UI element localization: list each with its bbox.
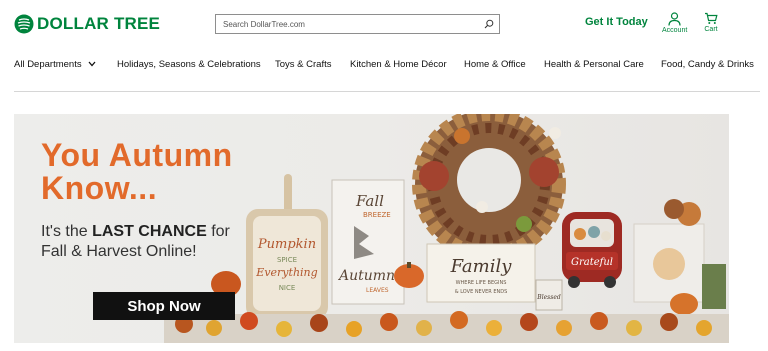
nav-home-office[interactable]: Home & Office <box>464 59 526 70</box>
sign-breeze-text: BREEZE <box>363 211 391 219</box>
search-button[interactable] <box>479 15 499 33</box>
board-everything-text: Everything <box>255 266 317 279</box>
header-divider <box>14 91 760 92</box>
family-sign: Family WHERE LIFE BEGINS & LOVE NEVER EN… <box>426 243 536 303</box>
grateful-truck: Grateful <box>562 212 622 288</box>
search-bar <box>215 14 500 34</box>
pumpkin-pillow <box>633 199 726 309</box>
family-line2-text: & LOVE NEVER ENDS <box>455 289 508 295</box>
nav-health-personal-care[interactable]: Health & Personal Care <box>544 59 644 70</box>
shop-now-button[interactable]: Shop Now <box>93 292 235 320</box>
hero-subtext: It's the LAST CHANCE for Fall & Harvest … <box>41 222 230 262</box>
cart-icon <box>705 12 718 24</box>
department-nav: All Departments Holidays, Seasons & Cele… <box>0 55 768 75</box>
blessed-block: Blessed <box>535 279 563 311</box>
grateful-text: Grateful <box>571 257 613 268</box>
hero-subtext-line2: Fall & Harvest Online! <box>41 243 197 260</box>
hero-sub-suffix: for <box>206 223 230 240</box>
nav-all-departments[interactable]: All Departments <box>14 59 96 70</box>
pumpkin-spice-board: Pumpkin SPICE Everything NICE <box>246 174 328 319</box>
family-line1-text: WHERE LIFE BEGINS <box>456 280 507 286</box>
hero-sub-prefix: It's the <box>41 223 93 240</box>
fall-breeze-sign: Fall BREEZE Autumn LEAVES <box>331 179 405 305</box>
user-icon <box>668 12 681 26</box>
leaf-garland <box>164 311 729 343</box>
chevron-down-icon <box>88 62 96 67</box>
sign-autumn-text: Autumn <box>337 268 395 284</box>
hero-headline-line2: Know... <box>41 170 158 206</box>
tree-logo-icon <box>14 14 34 34</box>
account-label: Account <box>662 27 688 34</box>
board-nice-text: NICE <box>279 284 296 292</box>
account-button[interactable]: Account <box>662 12 687 34</box>
nav-holidays[interactable]: Holidays, Seasons & Celebrations <box>117 59 261 70</box>
wreath-image <box>412 114 566 261</box>
hero-headline-line1: You Autumn <box>41 137 233 173</box>
sign-fall-text: Fall <box>355 192 384 210</box>
nav-label: All Departments <box>14 59 82 70</box>
hero-banner[interactable]: Pumpkin SPICE Everything NICE Fall BREEZ… <box>14 114 729 343</box>
nav-kitchen-home-decor[interactable]: Kitchen & Home Décor <box>350 59 447 70</box>
search-input[interactable] <box>216 15 479 33</box>
search-icon <box>484 19 494 29</box>
family-title-text: Family <box>450 256 513 277</box>
nav-toys-crafts[interactable]: Toys & Crafts <box>275 59 332 70</box>
blessed-text: Blessed <box>536 294 561 301</box>
board-pumpkin-text: Pumpkin <box>257 237 316 252</box>
board-spice-text: SPICE <box>277 256 297 264</box>
sign-leaves-text: LEAVES <box>366 287 389 294</box>
cart-button[interactable]: Cart <box>704 12 718 33</box>
hero-headline: You Autumn Know... <box>41 139 233 205</box>
nav-food-candy-drinks[interactable]: Food, Candy & Drinks <box>661 59 754 70</box>
hero-sub-bold: LAST CHANCE <box>92 223 207 240</box>
get-it-today-link[interactable]: Get It Today <box>585 16 648 28</box>
cart-label: Cart <box>704 26 718 33</box>
hero-subtext-line1: It's the LAST CHANCE for <box>41 222 230 242</box>
dollar-tree-logo[interactable]: DOLLAR TREE <box>14 14 160 34</box>
logo-text: DOLLAR TREE <box>37 14 161 33</box>
